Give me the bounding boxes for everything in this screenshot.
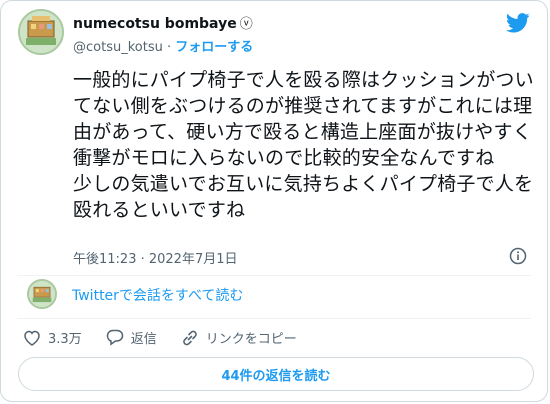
handle-row: @cotsu_kotsu · フォローする: [73, 36, 253, 55]
author-name-text[interactable]: numecotsu bombaye: [73, 16, 237, 32]
reply-label: 返信: [130, 332, 157, 347]
divider: [17, 275, 531, 276]
verified-badge-icon: ⓥ: [239, 17, 253, 32]
like-button[interactable]: 3.3万: [23, 328, 82, 347]
author-name[interactable]: numecotsu bombaye ⓥ: [73, 13, 253, 32]
separator-dot: ·: [166, 40, 172, 55]
copy-link-label: リンクをコピー: [205, 332, 297, 347]
like-count: 3.3万: [48, 332, 82, 347]
info-icon[interactable]: [509, 247, 527, 269]
tweet-text: 一般的にパイプ椅子で人を殴る際はクッションがついてない側をぶつけるのが推奨されて…: [73, 69, 534, 221]
reply-bubble-icon: [106, 329, 123, 346]
divider: [17, 318, 531, 319]
author-handle[interactable]: @cotsu_kotsu: [73, 40, 163, 55]
tweet-card: numecotsu bombaye ⓥ @cotsu_kotsu · フォローする…: [0, 0, 548, 402]
action-bar: 3.3万 返信 リンクをコピー: [23, 328, 321, 347]
copy-link-button[interactable]: リンクをコピー: [181, 328, 297, 347]
twitter-bird-icon[interactable]: [506, 13, 530, 37]
follow-button[interactable]: フォローする: [175, 40, 253, 55]
heart-icon: [24, 330, 40, 346]
read-replies-button[interactable]: 44件の返信を読む: [18, 357, 534, 391]
link-icon: [182, 330, 197, 345]
read-replies-label: 44件の返信を読む: [221, 368, 331, 384]
conversation-avatar[interactable]: [27, 279, 57, 309]
avatar[interactable]: [18, 9, 64, 55]
reply-button[interactable]: 返信: [106, 328, 157, 347]
read-conversation-link[interactable]: Twitterで会話をすべて読む: [72, 285, 243, 305]
tweet-timestamp[interactable]: 午後11:23 · 2022年7月1日: [73, 248, 238, 267]
